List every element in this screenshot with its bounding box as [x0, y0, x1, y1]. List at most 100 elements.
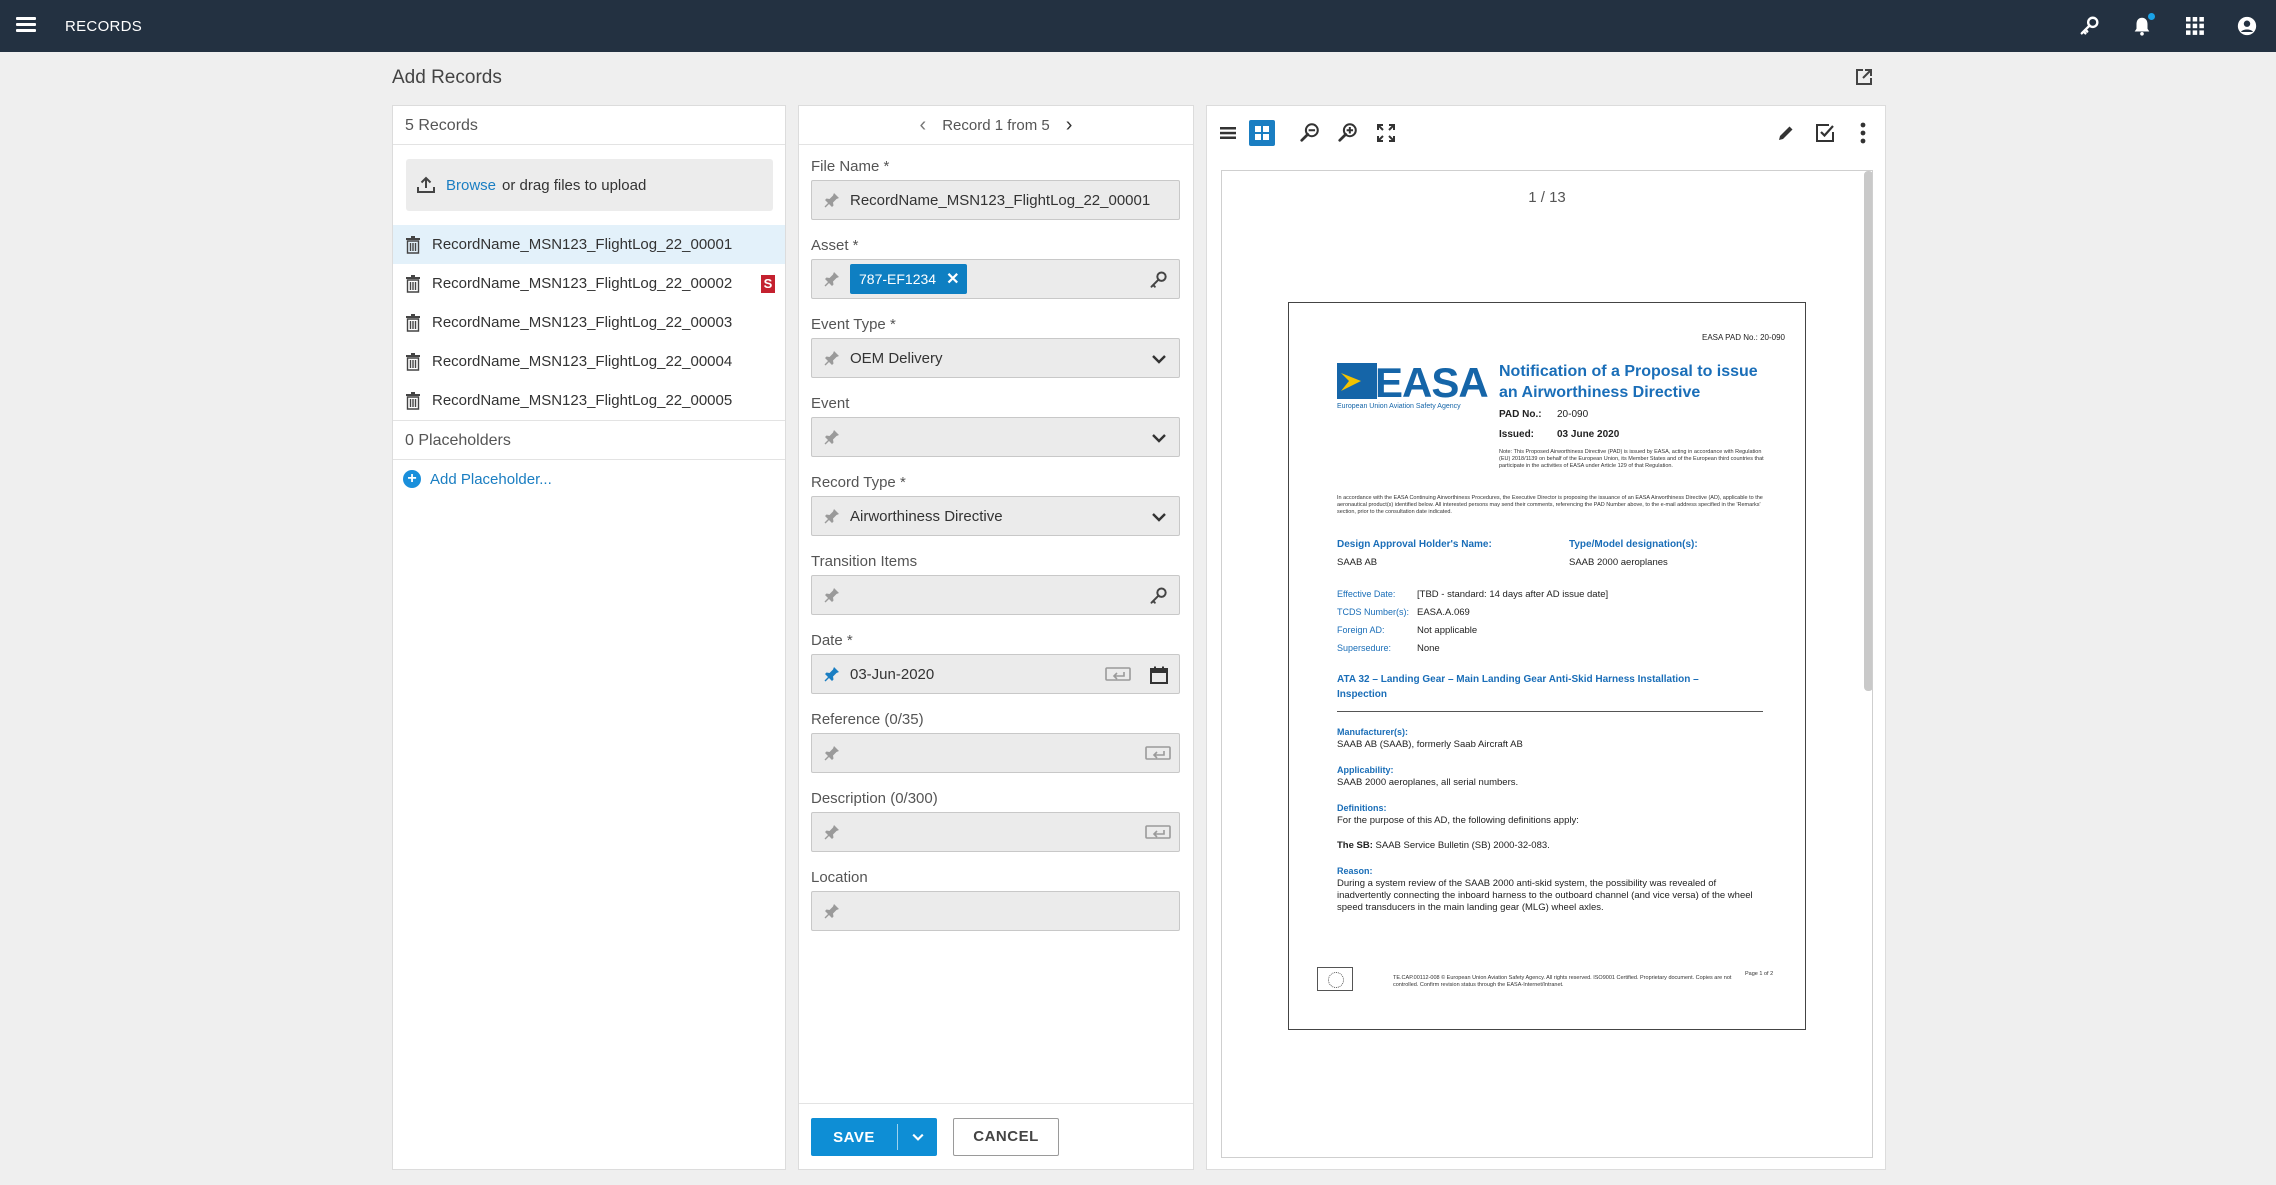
record-item[interactable]: RecordName_MSN123_FlightLog_22_00003: [393, 303, 785, 342]
save-split-button: SAVE: [811, 1118, 937, 1156]
reference-input[interactable]: [811, 733, 1180, 773]
grid-view-icon[interactable]: [1249, 120, 1275, 146]
doc-pad-value: 20-090: [1557, 409, 1589, 420]
file-name-label: File Name *: [811, 158, 890, 175]
record-type-field: Record Type * Airworthiness Directive: [811, 474, 1180, 536]
checklist-icon[interactable]: [1812, 120, 1838, 146]
copy-down-icon[interactable]: [1105, 667, 1131, 683]
browse-link[interactable]: Browse: [446, 177, 496, 194]
fullscreen-icon[interactable]: [1373, 120, 1399, 146]
copy-down-icon[interactable]: [1145, 825, 1171, 841]
doc-pad-label: PAD No.:: [1499, 409, 1542, 420]
document-viewer[interactable]: 1 / 13 EASA PAD No.: 20-090 EASA Europea…: [1221, 170, 1873, 1158]
preview-toolbar: [1207, 106, 1885, 158]
viewer-scrollbar[interactable]: [1864, 171, 1872, 691]
event-select[interactable]: [811, 417, 1180, 457]
event-type-select[interactable]: OEM Delivery: [811, 338, 1180, 378]
trash-icon[interactable]: [405, 274, 421, 293]
description-field: Description (0/300): [811, 790, 1180, 852]
record-name: RecordName_MSN123_FlightLog_22_00002: [432, 275, 733, 292]
add-placeholder-label: Add Placeholder...: [430, 470, 552, 488]
pin-active-icon[interactable]: [824, 666, 840, 682]
file-name-input[interactable]: RecordName_MSN123_FlightLog_22_00001: [811, 180, 1180, 220]
chevron-down-icon[interactable]: [1149, 349, 1169, 369]
transition-items-label: Transition Items: [811, 553, 918, 570]
page-count: 1 / 13: [1528, 189, 1566, 206]
description-input[interactable]: [811, 812, 1180, 852]
zoom-in-icon[interactable]: [1335, 120, 1361, 146]
pin-icon[interactable]: [824, 587, 840, 603]
more-options-icon[interactable]: [1850, 120, 1876, 146]
pin-icon[interactable]: [824, 508, 840, 524]
easa-logo-subtitle: European Union Aviation Safety Agency: [1337, 403, 1461, 410]
pin-icon[interactable]: [824, 429, 840, 445]
pin-icon[interactable]: [824, 745, 840, 761]
asset-chip[interactable]: 787-EF1234 ✕: [850, 264, 968, 294]
add-placeholder-button[interactable]: + Add Placeholder...: [393, 460, 785, 498]
asset-label: Asset *: [811, 237, 859, 254]
search-key-icon[interactable]: [2076, 12, 2104, 40]
chevron-down-icon[interactable]: [1149, 428, 1169, 448]
doc-holder-label: Design Approval Holder's Name:: [1337, 539, 1492, 550]
record-type-select[interactable]: Airworthiness Directive: [811, 496, 1180, 536]
lookup-key-icon[interactable]: [1149, 270, 1169, 290]
record-item[interactable]: RecordName_MSN123_FlightLog_22_00001: [393, 225, 785, 264]
save-button[interactable]: SAVE: [811, 1129, 897, 1146]
user-account-icon[interactable]: [2233, 12, 2261, 40]
transition-items-input[interactable]: [811, 575, 1180, 615]
doc-foreign-label: Foreign AD:: [1337, 625, 1385, 635]
pin-icon[interactable]: [824, 824, 840, 840]
doc-reason-label: Reason:: [1337, 866, 1373, 876]
pin-icon[interactable]: [824, 350, 840, 366]
trash-icon[interactable]: [405, 235, 421, 254]
doc-title: Notification of a Proposal to issue an A…: [1499, 363, 1758, 401]
open-external-icon[interactable]: [1855, 68, 1875, 88]
doc-supersedure-value: None: [1417, 643, 1440, 654]
cancel-button[interactable]: CANCEL: [953, 1118, 1059, 1156]
form-footer: SAVE CANCEL: [799, 1103, 1193, 1169]
doc-tcds-value: EASA.A.069: [1417, 607, 1470, 618]
asset-input[interactable]: 787-EF1234 ✕: [811, 259, 1180, 299]
trash-icon[interactable]: [405, 313, 421, 332]
record-position: Record 1 from 5: [942, 116, 1050, 134]
doc-manufacturer-value: SAAB AB (SAAB), formerly Saab Aircraft A…: [1337, 739, 1523, 750]
event-field: Event: [811, 395, 1180, 457]
calendar-icon[interactable]: [1149, 665, 1169, 685]
event-type-field: Event Type * OEM Delivery: [811, 316, 1180, 378]
copy-down-icon[interactable]: [1145, 746, 1171, 762]
records-panel: 5 Records Browse or drag files to upload…: [392, 105, 786, 1170]
trash-icon[interactable]: [405, 391, 421, 410]
remove-chip-icon[interactable]: ✕: [946, 269, 959, 289]
save-options-chevron-down-icon[interactable]: [898, 1129, 937, 1145]
zoom-out-icon[interactable]: [1297, 120, 1323, 146]
date-input[interactable]: 03-Jun-2020: [811, 654, 1180, 694]
event-type-label: Event Type *: [811, 316, 896, 333]
date-label: Date *: [811, 632, 853, 649]
notifications-bell-icon[interactable]: [2128, 12, 2156, 40]
pin-icon[interactable]: [824, 271, 840, 287]
apps-grid-icon[interactable]: [2181, 12, 2209, 40]
record-item[interactable]: RecordName_MSN123_FlightLog_22_00005: [393, 381, 785, 420]
previous-record-chevron-icon[interactable]: ‹: [920, 115, 927, 135]
record-name: RecordName_MSN123_FlightLog_22_00005: [432, 392, 733, 409]
record-item[interactable]: RecordName_MSN123_FlightLog_22_00004: [393, 342, 785, 381]
lookup-key-icon[interactable]: [1149, 586, 1169, 606]
record-type-value: Airworthiness Directive: [850, 507, 1003, 525]
records-count: 5 Records: [393, 106, 785, 145]
doc-note: Note: This Proposed Airworthiness Direct…: [1499, 449, 1764, 469]
list-view-icon[interactable]: [1215, 120, 1241, 146]
reference-label: Reference (0/35): [811, 711, 924, 728]
location-input[interactable]: [811, 891, 1180, 931]
top-bar: RECORDS: [0, 0, 2276, 52]
record-item[interactable]: RecordName_MSN123_FlightLog_22_00002 S: [393, 264, 785, 303]
chevron-down-icon[interactable]: [1149, 507, 1169, 527]
trash-icon[interactable]: [405, 352, 421, 371]
edit-pencil-icon[interactable]: [1773, 120, 1799, 146]
transition-items-field: Transition Items: [811, 553, 1180, 615]
hamburger-menu-icon[interactable]: [16, 14, 36, 38]
easa-logo-mark-icon: [1337, 363, 1377, 399]
pin-icon[interactable]: [824, 903, 840, 919]
upload-dropzone[interactable]: Browse or drag files to upload: [406, 159, 773, 211]
next-record-chevron-icon[interactable]: ›: [1066, 115, 1073, 135]
pin-icon[interactable]: [824, 192, 840, 208]
